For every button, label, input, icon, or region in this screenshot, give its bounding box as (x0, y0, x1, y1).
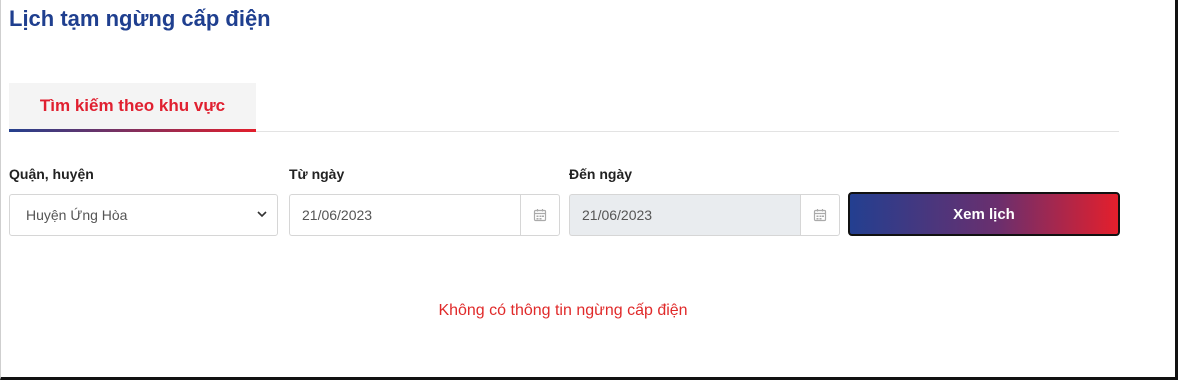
chevron-down-icon (257, 211, 267, 218)
to-date-group: 21/06/2023 (569, 194, 840, 236)
tab-bar: Tìm kiếm theo khu vực (9, 83, 1119, 132)
from-date-label: Từ ngày (289, 166, 345, 182)
district-select-value: Huyện Ứng Hòa (26, 207, 128, 223)
from-date-group: 21/06/2023 (289, 194, 560, 236)
calendar-icon (813, 209, 827, 222)
to-date-label: Đến ngày (569, 166, 633, 182)
no-result-message: Không có thông tin ngừng cấp điện (438, 302, 688, 319)
tab-search-by-area[interactable]: Tìm kiếm theo khu vực (9, 83, 256, 132)
from-date-input[interactable]: 21/06/2023 (289, 194, 520, 236)
page-title: Lịch tạm ngừng cấp điện (9, 6, 271, 31)
page-frame: Lịch tạm ngừng cấp điện Tìm kiếm theo kh… (0, 0, 1178, 380)
view-schedule-button[interactable]: Xem lịch (848, 192, 1120, 236)
district-select[interactable]: Huyện Ứng Hòa (9, 194, 278, 236)
district-label: Quận, huyện (9, 166, 94, 182)
to-date-input: 21/06/2023 (569, 194, 800, 236)
to-date-calendar-button[interactable] (800, 194, 840, 236)
from-date-calendar-button[interactable] (520, 194, 560, 236)
calendar-icon (533, 209, 547, 222)
